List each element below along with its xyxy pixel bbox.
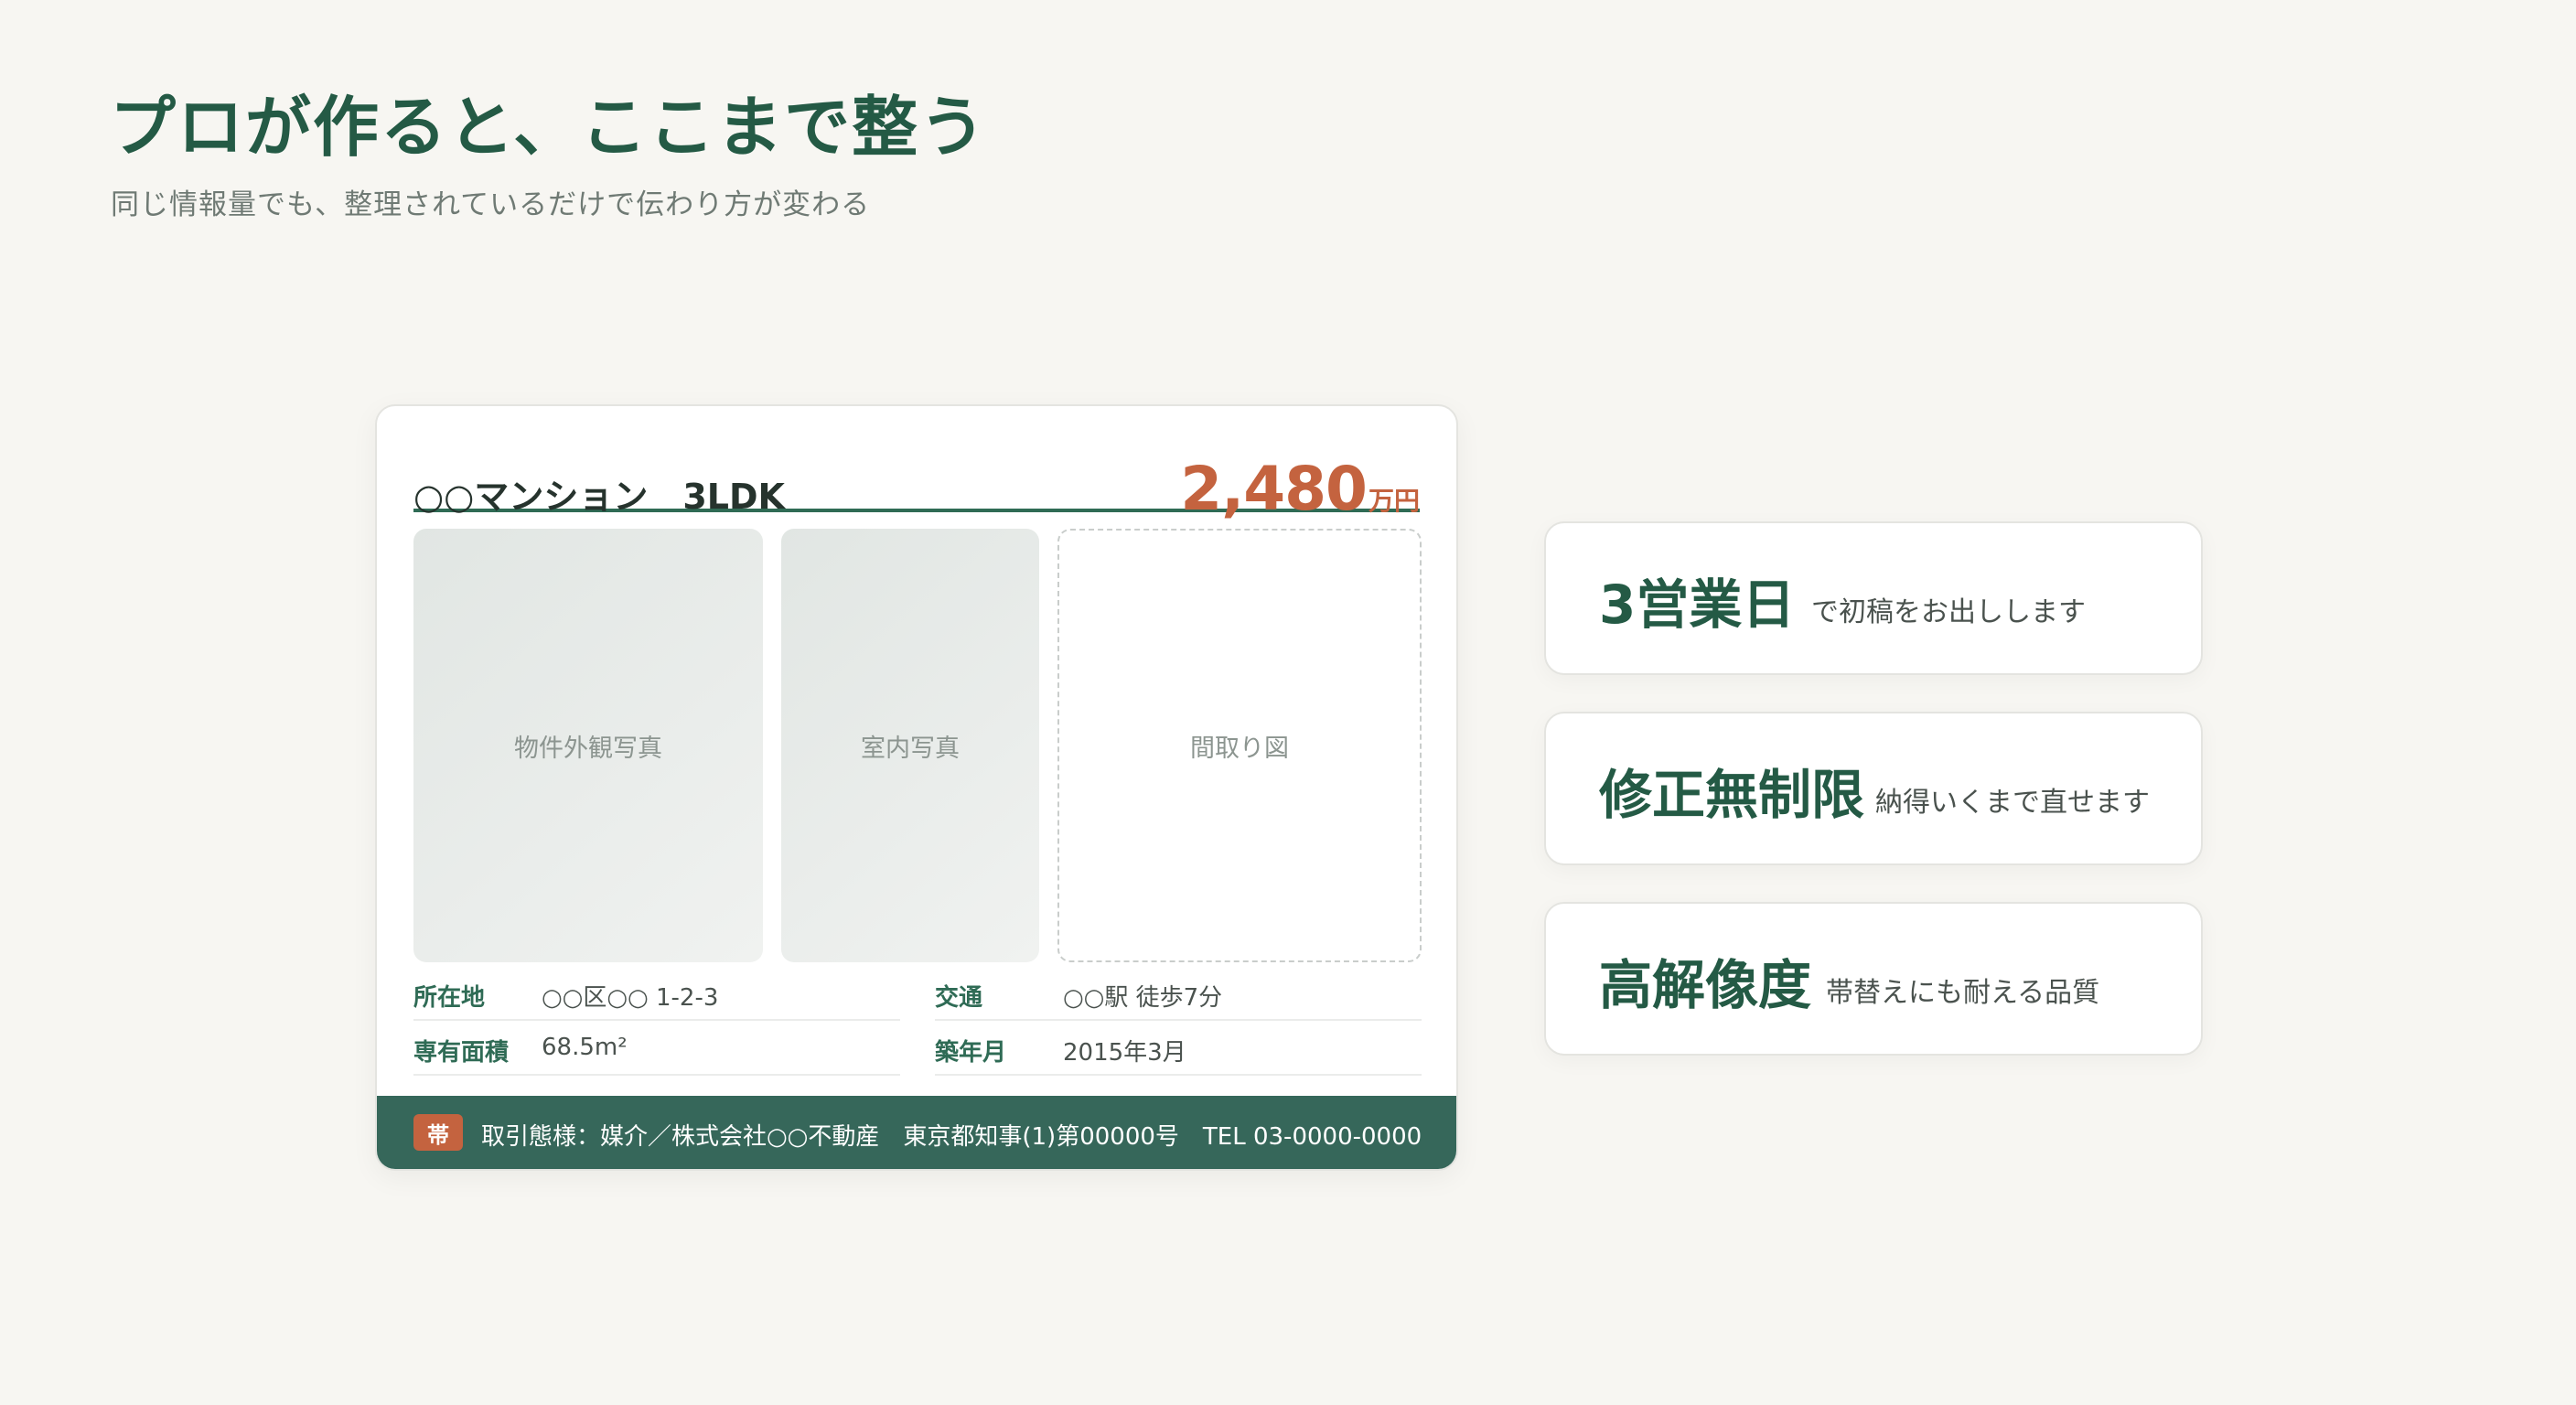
listing-header: ○○マンション 3LDK 2,480万円 <box>413 434 1420 524</box>
info-row-built: 築年月 2015年3月 <box>935 1023 1422 1076</box>
price-value: 2,480 <box>1180 454 1368 524</box>
feature-card-turnaround: 3営業日 で初稿をお出しします <box>1544 521 2203 675</box>
info-value: 2015年3月 <box>1063 1039 1186 1067</box>
feature-description: 納得いくまで直せます <box>1875 787 2150 819</box>
info-row-location: 所在地 ○○区○○ 1-2-3 <box>413 968 900 1021</box>
floorplan-placeholder: 間取り図 <box>1057 529 1422 962</box>
footer-company-info: 取引態様：媒介／株式会社○○不動産 東京都知事(1)第00000号 TEL 03… <box>481 1123 1422 1151</box>
info-value: ○○駅 徒歩7分 <box>1063 984 1223 1012</box>
exterior-photo-placeholder: 物件外観写真 <box>413 529 763 962</box>
property-title: ○○マンション 3LDK <box>413 477 785 517</box>
listing-flyer-card: ○○マンション 3LDK 2,480万円 物件外観写真 室内写真 間取り図 所在… <box>375 404 1458 1171</box>
floorplan-label: 間取り図 <box>1190 734 1289 763</box>
feature-title: 3営業日 <box>1599 574 1796 636</box>
feature-description: 帯替えにも耐える品質 <box>1826 977 2100 1009</box>
feature-description: で初稿をお出しします <box>1811 596 2086 628</box>
page-heading: プロが作ると、ここまで整う <box>110 89 988 166</box>
info-label: 所在地 <box>413 984 486 1012</box>
info-label: 専有面積 <box>413 1039 510 1067</box>
price-unit: 万円 <box>1368 486 1420 516</box>
property-price: 2,480万円 <box>1180 454 1420 524</box>
info-row-area: 専有面積 68.5m² <box>413 1023 900 1076</box>
obi-badge: 帯 <box>413 1114 463 1151</box>
exterior-photo-label: 物件外観写真 <box>514 734 662 763</box>
feature-title: 高解像度 <box>1599 954 1812 1016</box>
info-row-access: 交通 ○○駅 徒歩7分 <box>935 968 1422 1021</box>
info-value: 68.5m² <box>542 1034 628 1061</box>
interior-photo-placeholder: 室内写真 <box>781 529 1039 962</box>
info-label: 交通 <box>935 984 983 1012</box>
page-subheading: 同じ情報量でも、整理されているだけで伝わり方が変わる <box>111 188 871 221</box>
info-value: ○○区○○ 1-2-3 <box>542 984 719 1012</box>
feature-card-revisions: 修正無制限 納得いくまで直せます <box>1544 712 2203 865</box>
info-label: 築年月 <box>935 1039 1007 1067</box>
interior-photo-label: 室内写真 <box>861 734 960 763</box>
feature-title: 修正無制限 <box>1599 764 1865 826</box>
listing-footer-band: 帯 取引態様：媒介／株式会社○○不動産 東京都知事(1)第00000号 TEL … <box>377 1096 1456 1169</box>
feature-card-resolution: 高解像度 帯替えにも耐える品質 <box>1544 902 2203 1056</box>
